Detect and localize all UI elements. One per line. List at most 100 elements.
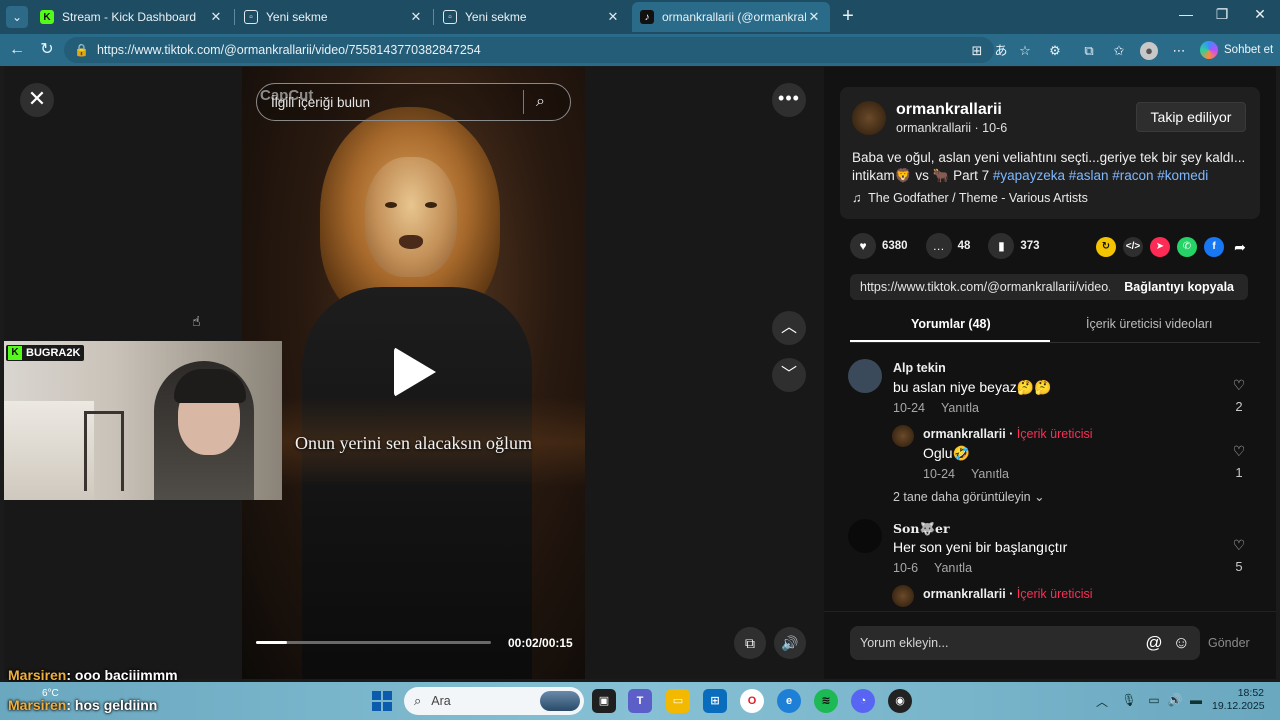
profile-avatar[interactable]: ● (1140, 42, 1158, 60)
streamer-name: BUGRA2K (26, 347, 81, 359)
comment-like-count: 5 (1235, 559, 1243, 574)
refresh-icon[interactable]: ↻ (36, 39, 58, 61)
view-more-replies-button[interactable]: 2 tane daha görüntüleyin ⌄ (893, 489, 1045, 504)
reply-avatar[interactable] (892, 585, 914, 607)
video-player[interactable]: CapCut İlgili içeriği bulun ⌕ Onun yerin… (242, 67, 585, 679)
apps-icon[interactable]: ⊞ (968, 42, 986, 60)
network-icon[interactable]: ▭ (1145, 693, 1163, 707)
system-clock[interactable]: 18:52 19.12.2025 (1212, 687, 1265, 713)
share-link-text[interactable]: https://www.tiktok.com/@ormankrallarii/v… (850, 280, 1110, 294)
chat-text: : ooo baciiimmm (66, 667, 178, 683)
minimize-icon[interactable]: — (1176, 6, 1196, 22)
file-explorer-icon[interactable]: ▭ (666, 689, 690, 713)
close-tab-icon[interactable]: ✕ (605, 9, 621, 25)
address-bar[interactable]: 🔒 https://www.tiktok.com/@ormankrallarii… (64, 37, 994, 63)
split-screen-icon[interactable]: ⧉ (1080, 42, 1098, 60)
comment-input[interactable]: Yorum ekleyin... @ ☺ (850, 626, 1200, 660)
task-view-icon[interactable]: ▣ (592, 689, 616, 713)
video-frame-nose (399, 235, 423, 249)
commenter-avatar[interactable] (848, 519, 882, 553)
start-menu-icon[interactable] (372, 691, 392, 711)
close-tab-icon[interactable]: ✕ (208, 9, 224, 25)
reply-link[interactable]: Yanıtla (941, 401, 979, 415)
back-icon[interactable]: ← (6, 39, 28, 61)
whatsapp-icon[interactable]: ✆ (1177, 237, 1197, 257)
next-video-button[interactable]: ﹀ (772, 358, 806, 392)
comment-like-count: 2 (1235, 399, 1243, 414)
send-to-friends-icon[interactable]: ➤ (1150, 237, 1170, 257)
save-button[interactable]: ▮ 373 (988, 233, 1040, 259)
opera-icon[interactable]: O (740, 689, 764, 713)
tab-comments[interactable]: Yorumlar (48) (911, 317, 991, 331)
creator-avatar[interactable] (852, 101, 886, 135)
reply-author[interactable]: ormankrallarii · İçerik üreticisi (923, 587, 1093, 601)
reply-author[interactable]: ormankrallarii · İçerik üreticisi (923, 427, 1093, 441)
music-link[interactable]: ♫ The Godfather / Theme - Various Artist… (852, 191, 1088, 205)
reply-link[interactable]: Yanıtla (934, 561, 972, 575)
commenter-avatar[interactable] (848, 359, 882, 393)
comment-button[interactable]: … 48 (925, 233, 970, 259)
related-search-input[interactable]: İlgili içeriği bulun ⌕ (256, 83, 571, 121)
tab-kick-dashboard[interactable]: K Stream - Kick Dashboard ✕ (32, 2, 232, 32)
tab-new-tab-2[interactable]: ▫ Yeni sekme ✕ (435, 2, 629, 32)
more-options-button[interactable]: ••• (772, 83, 806, 117)
taskbar-search[interactable]: ⌕ Ara (404, 687, 584, 715)
repost-icon[interactable]: ↻ (1096, 237, 1116, 257)
chevron-up-icon[interactable]: ︿ (1093, 693, 1111, 710)
favorite-star-icon[interactable]: ☆ (1016, 42, 1034, 60)
creator-username[interactable]: ormankrallarii (896, 101, 1002, 119)
copy-link-button[interactable]: Bağlantıyı kopyala (1110, 280, 1248, 294)
battery-icon[interactable]: ▬ (1187, 693, 1205, 707)
floating-player-icon[interactable]: ⧉ (734, 627, 766, 659)
browser-toolbar: ← ↻ 🔒 https://www.tiktok.com/@ormankrall… (0, 34, 1280, 66)
edge-icon[interactable]: e (777, 689, 801, 713)
reply-like-icon[interactable]: ♡ (1229, 443, 1249, 460)
creator-subline: ormankrallarii · 10-6 (896, 121, 1008, 135)
embed-icon[interactable]: </> (1123, 237, 1143, 257)
emoji-icon[interactable]: ☺ (1173, 633, 1190, 653)
spotify-icon[interactable]: ≋ (814, 689, 838, 713)
close-window-icon[interactable]: ✕ (1250, 6, 1270, 23)
close-video-button[interactable]: ✕ (20, 83, 54, 117)
video-progress-bar[interactable] (256, 641, 491, 644)
close-tab-icon[interactable]: ✕ (408, 9, 424, 25)
search-icon[interactable]: ⌕ (536, 93, 558, 111)
favorites-icon[interactable]: ✩ (1110, 42, 1128, 60)
reply-link[interactable]: Yanıtla (971, 467, 1009, 481)
send-comment-button[interactable]: Gönder (1208, 636, 1250, 650)
mention-icon[interactable]: @ (1145, 633, 1162, 653)
extensions-icon[interactable]: ⚙ (1046, 42, 1064, 60)
comment-like-icon[interactable]: ♡ (1229, 537, 1249, 554)
facebook-icon[interactable]: f (1204, 237, 1224, 257)
discord-icon[interactable]: ◔ (851, 689, 875, 713)
maximize-icon[interactable]: ❐ (1212, 6, 1232, 23)
teams-icon[interactable]: T (628, 689, 652, 713)
tab-new-tab-1[interactable]: ▫ Yeni sekme ✕ (236, 2, 432, 32)
share-arrow-icon[interactable]: ➦ (1230, 237, 1250, 257)
site-info-icon[interactable]: 🔒 (74, 43, 89, 57)
hashtags-link[interactable]: #yapayzeka #aslan #racon #komedi (993, 168, 1208, 183)
reply-avatar[interactable] (892, 425, 914, 447)
following-button[interactable]: Takip ediliyor (1136, 102, 1246, 132)
tab-actions-menu-icon[interactable]: ⌄ (6, 6, 28, 28)
like-button[interactable]: ♥ 6380 (850, 233, 908, 259)
commenter-name[interactable]: Son🐺er (893, 521, 950, 537)
tab-creator-videos[interactable]: İçerik üreticisi videoları (1086, 317, 1212, 331)
previous-video-button[interactable]: ︿ (772, 311, 806, 345)
close-tab-icon[interactable]: ✕ (806, 9, 822, 25)
play-icon[interactable] (394, 347, 436, 397)
translate-icon[interactable]: あ (992, 42, 1010, 60)
kick-logo-icon: K (8, 346, 22, 360)
tab-tiktok[interactable]: ♪ ormankrallarii (@ormankrallarii) | T ✕ (632, 2, 830, 32)
volume-icon[interactable]: 🔊 (774, 627, 806, 659)
store-icon[interactable]: ⊞ (703, 689, 727, 713)
commenter-name[interactable]: Alp tekin (893, 361, 946, 375)
comment-like-icon[interactable]: ♡ (1229, 377, 1249, 394)
new-tab-button[interactable]: + (838, 6, 858, 28)
speaker-icon[interactable]: 🔊 (1166, 693, 1184, 707)
copilot-button[interactable]: Sohbet et (1200, 41, 1273, 59)
obs-icon[interactable]: ◉ (888, 689, 912, 713)
tab-title: Yeni sekme (465, 10, 527, 24)
microphone-icon[interactable]: 🎙 (1120, 693, 1138, 707)
more-menu-icon[interactable]: ⋯ (1170, 42, 1188, 60)
